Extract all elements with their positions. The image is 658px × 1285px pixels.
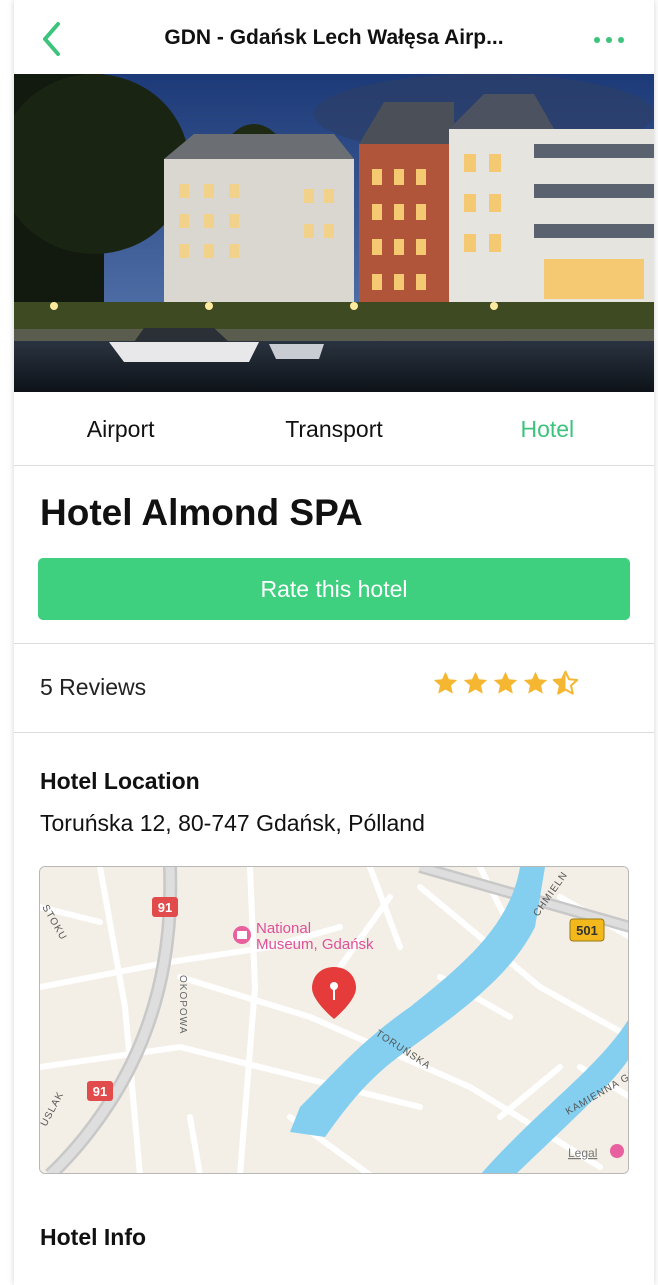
tab-airport[interactable]: Airport <box>14 392 227 465</box>
divider <box>14 732 654 733</box>
ellipsis-icon <box>594 37 600 43</box>
hotel-name: Hotel Almond SPA <box>40 492 363 533</box>
street-label: OKOPOWA <box>177 975 188 1034</box>
star-full-icon <box>493 671 518 694</box>
star-rating <box>432 670 579 697</box>
tab-transport[interactable]: Transport <box>227 392 440 465</box>
back-button[interactable] <box>38 20 68 58</box>
legal-info-icon <box>610 1144 624 1158</box>
svg-text:91: 91 <box>158 900 172 915</box>
hotel-info-heading: Hotel Info <box>40 1224 147 1250</box>
app-screen: GDN - Gdańsk Lech Wałęsa Airp... Airport… <box>14 0 654 1285</box>
reviews-count[interactable]: 5 Reviews <box>40 674 146 701</box>
svg-text:Museum, Gdańsk: Museum, Gdańsk <box>256 936 374 953</box>
more-button[interactable] <box>594 34 624 46</box>
page-title: GDN - Gdańsk Lech Wałęsa Airp... <box>164 26 504 49</box>
star-full-icon <box>433 671 458 694</box>
tab-hotel[interactable]: Hotel <box>441 392 654 465</box>
hotel-photo <box>14 74 654 392</box>
location-map[interactable]: 91 91 501 National Museum, Gdańsk OKOPOW… <box>39 866 629 1174</box>
rate-hotel-button[interactable]: Rate this hotel <box>38 558 630 620</box>
route-91-top-badge: 91 <box>152 897 178 917</box>
hotel-address: Toruńska 12, 80-747 Gdańsk, Pólland <box>40 810 425 836</box>
star-full-icon <box>523 671 548 694</box>
svg-text:National: National <box>256 920 311 937</box>
svg-text:91: 91 <box>93 1084 107 1099</box>
location-heading: Hotel Location <box>40 768 200 794</box>
star-half-icon <box>552 670 579 695</box>
star-full-icon <box>463 671 488 694</box>
svg-text:501: 501 <box>576 923 598 938</box>
route-91-bottom-badge: 91 <box>87 1081 113 1101</box>
tab-bar: Airport Transport Hotel <box>14 392 654 466</box>
nav-bar: GDN - Gdańsk Lech Wałęsa Airp... <box>14 0 654 74</box>
chevron-left-icon <box>43 22 60 56</box>
route-501-badge: 501 <box>569 918 605 942</box>
divider <box>14 643 654 644</box>
map-legal-link[interactable]: Legal <box>568 1146 597 1160</box>
